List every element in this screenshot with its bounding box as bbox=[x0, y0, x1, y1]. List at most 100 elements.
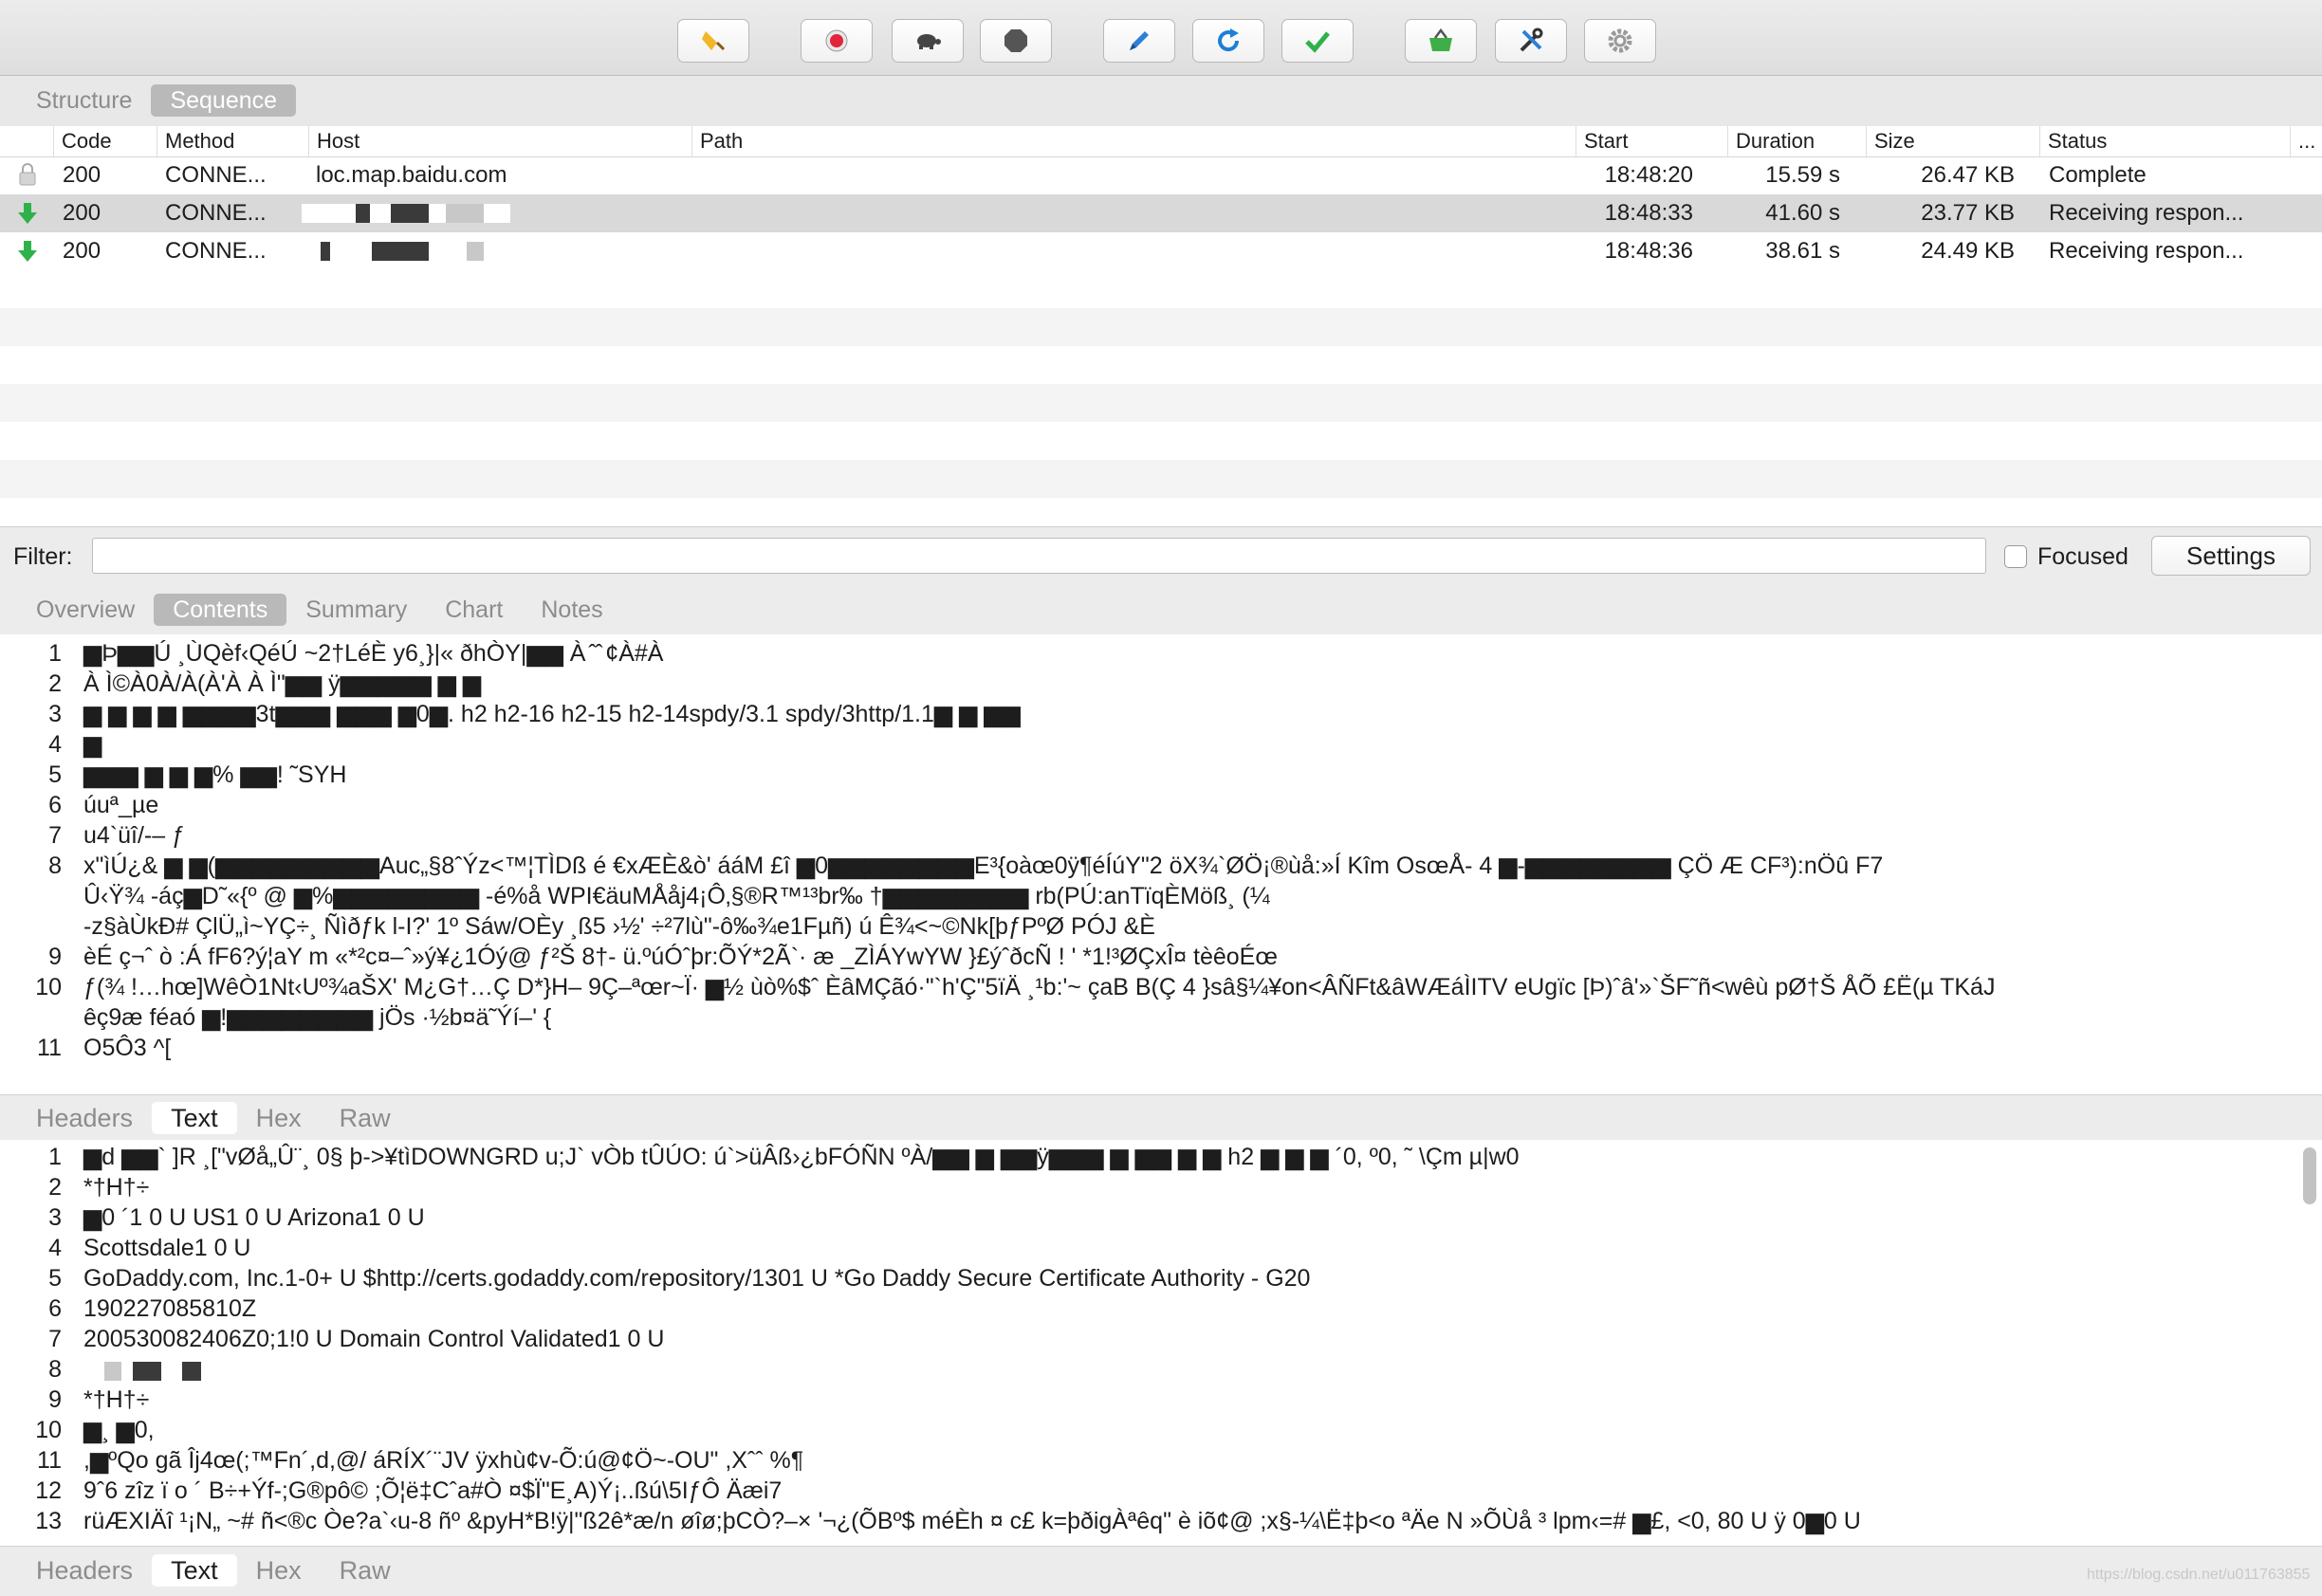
row-method: CONNE... bbox=[165, 200, 267, 226]
col-code[interactable]: Code bbox=[53, 126, 157, 156]
col-host[interactable]: Host bbox=[308, 126, 694, 156]
view-switcher-bar: Structure Sequence bbox=[0, 76, 2322, 126]
row-status: Receiving respon... bbox=[2049, 238, 2244, 264]
response-view-tabs-bar: Headers Text Hex Raw bbox=[0, 1546, 2322, 1596]
compose-pen-icon[interactable] bbox=[1103, 19, 1175, 63]
line-number: 10 bbox=[35, 1417, 62, 1443]
code-line: *†H†÷ bbox=[83, 1174, 150, 1201]
empty-row bbox=[0, 270, 2322, 308]
focused-checkbox[interactable] bbox=[2004, 545, 2027, 568]
tab-text[interactable]: Text bbox=[152, 1554, 237, 1587]
validate-check-icon[interactable] bbox=[1281, 19, 1354, 63]
code-line: ▆d ▆▆` ]R ¸["vØå„Û¨¸ 0§ þ->¥tìDOWNGRD u;… bbox=[83, 1144, 1520, 1170]
redacted-block bbox=[182, 1362, 201, 1381]
shopping-basket-icon[interactable] bbox=[1405, 19, 1477, 63]
tab-notes[interactable]: Notes bbox=[522, 594, 621, 626]
line-number: 7 bbox=[48, 1326, 62, 1352]
stop-breakpoint-icon[interactable] bbox=[980, 19, 1052, 63]
request-view-tabs-bar: Headers Text Hex Raw bbox=[0, 1094, 2322, 1141]
tab-text[interactable]: Text bbox=[152, 1102, 237, 1134]
response-body-viewer[interactable]: 1 ▆d ▆▆` ]R ¸["vØå„Û¨¸ 0§ þ->¥tìDOWNGRD … bbox=[0, 1140, 2322, 1546]
line-number: 1 bbox=[48, 640, 62, 667]
code-line: 200530082406Z0;1!0 U Domain Control Vali… bbox=[83, 1326, 665, 1352]
request-body-viewer[interactable]: 1 ▆Þ▆▆Ú ¸ÙQèf‹QéÚ ~2†LéÈ y6¸}|« ðhÒY|▆▆ … bbox=[0, 634, 2322, 1094]
col-start[interactable]: Start bbox=[1576, 126, 1727, 156]
col-more[interactable]: ... bbox=[2290, 126, 2322, 156]
refresh-icon[interactable] bbox=[1192, 19, 1264, 63]
line-number: 4 bbox=[48, 1235, 62, 1261]
line-number: 11 bbox=[37, 1035, 62, 1061]
tab-headers[interactable]: Headers bbox=[17, 1102, 152, 1134]
code-line: êç9æ féaó ▆!▆▆▆▆▆▆▆▆ jÖs ·½b¤ä˜Ýí–' { bbox=[83, 1004, 552, 1031]
tab-structure[interactable]: Structure bbox=[17, 84, 151, 117]
tab-hex[interactable]: Hex bbox=[237, 1554, 321, 1587]
tab-sequence[interactable]: Sequence bbox=[151, 84, 297, 117]
redacted-block bbox=[104, 1362, 121, 1381]
view-switcher: Structure Sequence bbox=[17, 84, 297, 117]
line-number: 12 bbox=[35, 1477, 62, 1504]
line-number: 9 bbox=[48, 1386, 62, 1413]
tab-hex[interactable]: Hex bbox=[237, 1102, 321, 1134]
col-size[interactable]: Size bbox=[1866, 126, 2039, 156]
line-number: 6 bbox=[48, 792, 62, 818]
redacted-block bbox=[372, 242, 429, 261]
tab-contents[interactable]: Contents bbox=[154, 594, 287, 626]
row-code: 200 bbox=[63, 238, 101, 264]
line-number: 2 bbox=[48, 670, 62, 697]
code-line: èÉ ç¬ˆ ò :Á fF6?ý¦aY m «*²c¤–ˆ»ý¥¿1Óý@ ƒ… bbox=[83, 944, 1278, 970]
tab-chart[interactable]: Chart bbox=[426, 594, 522, 626]
empty-row bbox=[0, 498, 2322, 526]
tab-raw[interactable]: Raw bbox=[321, 1554, 410, 1587]
lock-icon bbox=[17, 156, 38, 194]
focused-label: Focused bbox=[2037, 543, 2128, 570]
row-start: 18:48:36 bbox=[1604, 238, 1693, 264]
code-line: 9ˆ6 zîz ï o ´ B÷+Ýf-;G®pô© ;Õ¦ë‡Cˆa#Ò ¤$… bbox=[83, 1477, 783, 1504]
gear-icon[interactable] bbox=[1584, 19, 1656, 63]
row-duration: 41.60 s bbox=[1765, 200, 1840, 226]
col-path[interactable]: Path bbox=[691, 126, 1578, 156]
code-line: ▆¸ ▆0, bbox=[83, 1417, 155, 1443]
line-number: 11 bbox=[37, 1447, 62, 1474]
row-method: CONNE... bbox=[165, 162, 267, 188]
clear-broom-icon[interactable] bbox=[677, 19, 749, 63]
code-line: ,▆ºQo gã Îj4œ(;™Fn´,d,@/ áRÍX´¨JV ÿxhù¢v… bbox=[83, 1447, 804, 1474]
request-table: 200 CONNE... loc.map.baidu.com 18:48:20 … bbox=[0, 156, 2322, 526]
tab-headers[interactable]: Headers bbox=[17, 1554, 152, 1587]
watermark: https://blog.csdn.net/u011763855 bbox=[2087, 1567, 2311, 1583]
table-row[interactable]: 200 CONNE... 18:48:33 41.60 s 23.77 KB R… bbox=[0, 194, 2322, 232]
download-arrow-icon bbox=[17, 232, 38, 270]
table-row[interactable]: 200 CONNE... 18:48:36 38.61 s 24.49 KB R… bbox=[0, 232, 2322, 270]
line-number: 2 bbox=[48, 1174, 62, 1201]
code-line: rüÆXIÄî ¹¡N„ ~# ñ<®c Òe?a`‹u-8 ñº &pyH*B… bbox=[83, 1508, 1861, 1534]
redacted-block bbox=[446, 204, 484, 223]
request-view-tabs: Headers Text Hex Raw bbox=[17, 1102, 410, 1134]
code-line: O5Ô3 ^[ bbox=[83, 1035, 172, 1061]
throttle-turtle-icon[interactable] bbox=[892, 19, 964, 63]
empty-row bbox=[0, 384, 2322, 422]
table-row[interactable]: 200 CONNE... loc.map.baidu.com 18:48:20 … bbox=[0, 156, 2322, 194]
download-arrow-icon bbox=[17, 194, 38, 232]
code-line: ▆0 ´1 0 U US1 0 U Arizona1 0 U bbox=[83, 1204, 425, 1231]
tools-icon[interactable] bbox=[1495, 19, 1567, 63]
code-line: À Ì©À0À/À(À'À À Ì"▆▆ ÿ▆▆▆▆▆ ▆ ▆ bbox=[83, 670, 482, 697]
tab-summary[interactable]: Summary bbox=[286, 594, 426, 626]
row-duration: 38.61 s bbox=[1765, 238, 1840, 264]
code-line: u4`üî/-– ƒ bbox=[83, 822, 186, 849]
tab-overview[interactable]: Overview bbox=[17, 594, 154, 626]
tab-raw[interactable]: Raw bbox=[321, 1102, 410, 1134]
redacted-block bbox=[356, 204, 370, 223]
redacted-block bbox=[133, 1362, 161, 1381]
vertical-scrollbar[interactable] bbox=[2303, 1147, 2316, 1204]
settings-button[interactable]: Settings bbox=[2151, 536, 2311, 576]
code-line: ▆ ▆ ▆ ▆ ▆▆▆▆3t▆▆▆ ▆▆▆ ▆0▆. h2 h2-16 h2-1… bbox=[83, 701, 1021, 727]
col-status[interactable]: Status bbox=[2039, 126, 2295, 156]
row-duration: 15.59 s bbox=[1765, 162, 1840, 188]
col-duration[interactable]: Duration bbox=[1727, 126, 1868, 156]
code-line: x"ìÚ¿& ▆ ▆(▆▆▆▆▆▆▆▆▆Auc„§8ˆÝz<™¦TÌDß é €… bbox=[83, 853, 1884, 879]
response-view-tabs: Headers Text Hex Raw bbox=[17, 1554, 410, 1587]
row-status: Complete bbox=[2049, 162, 2147, 188]
filter-input[interactable] bbox=[92, 538, 1986, 574]
col-method[interactable]: Method bbox=[157, 126, 313, 156]
code-line: ▆▆▆ ▆ ▆ ▆% ▆▆! ˜SYH bbox=[83, 761, 347, 788]
record-icon[interactable] bbox=[801, 19, 873, 63]
